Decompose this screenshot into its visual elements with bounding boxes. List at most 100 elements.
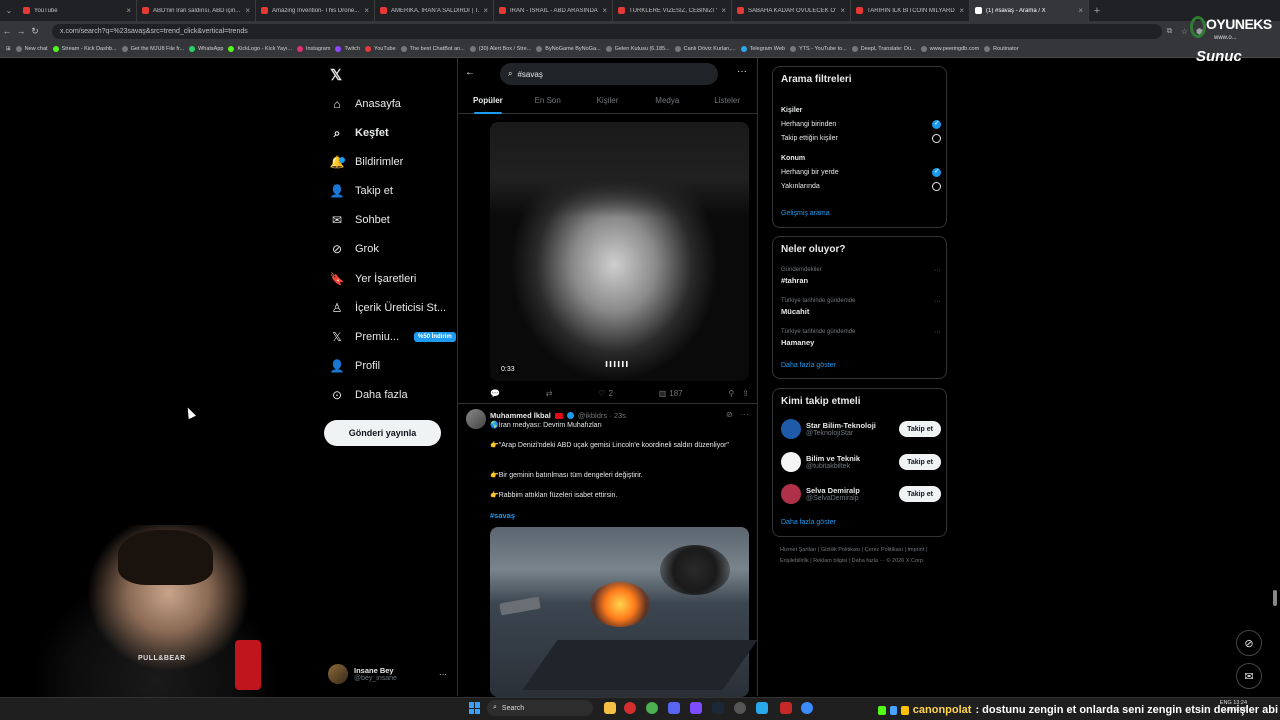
bookmark-item[interactable]: New chat <box>15 46 48 52</box>
follow-suggestion[interactable]: Selva Demiralp @SelvaDemiralp Takip et <box>781 484 941 504</box>
post-button[interactable]: Gönderi yayınla <box>324 420 441 446</box>
browser-tab[interactable]: TARİHİN İLK BİTCOİN MİLYARDE... × <box>851 0 970 21</box>
url-field[interactable]: x.com/search?q=%23savaş&src=trend_click&… <box>52 23 1162 39</box>
bookmark-item[interactable]: YouTube <box>365 46 396 52</box>
show-more-link[interactable]: Daha fazla göster <box>781 519 836 526</box>
bookmark-item[interactable]: YTS - YouTube to... <box>789 46 847 52</box>
like-button[interactable]: ♡ 2 <box>598 389 613 398</box>
opera-icon[interactable] <box>624 702 636 714</box>
browser-tab[interactable]: TÜRKLERE VİZESİZ, CEBİNİZİ YE...× <box>613 0 732 21</box>
apps-icon[interactable]: ⊞ <box>6 46 11 52</box>
trend-item[interactable]: Türkiye tarihinde gündemde Mücahit ··· <box>781 298 941 316</box>
account-switcher[interactable]: Insane Bey @bey_insane ··· <box>328 661 450 687</box>
windows-start-icon[interactable] <box>469 702 481 714</box>
share-icon[interactable]: ⇪ <box>742 389 749 398</box>
more-icon[interactable]: ··· <box>934 267 941 274</box>
filter-option-anywhere[interactable]: Herhangi bir yerde <box>781 167 941 177</box>
file-explorer-icon[interactable] <box>604 702 616 714</box>
browser-tab[interactable]: AMERİKA, İRAN'A SALDIRDI | T... × <box>375 0 494 21</box>
sidebar-item-7[interactable]: ♙ İçerik Üreticisi St... <box>330 297 446 319</box>
app-icon[interactable] <box>690 702 702 714</box>
tweet-author-handle[interactable]: @ikbldrs <box>578 411 607 420</box>
reload-icon[interactable]: ↻ <box>28 26 42 37</box>
bookmark-item[interactable]: WhatsApp <box>189 46 223 52</box>
trend-item[interactable]: Türkiye tarihinde gündemde Hamaney ··· <box>781 329 941 347</box>
tab-media[interactable]: Medya <box>637 90 697 113</box>
discord-icon[interactable] <box>668 702 680 714</box>
close-tab-icon[interactable]: × <box>1078 6 1083 15</box>
filter-option-nearby[interactable]: Yakınlarında <box>781 182 941 191</box>
chrome-icon[interactable] <box>646 702 658 714</box>
steam-icon[interactable] <box>712 702 724 714</box>
bookmark-item[interactable]: (30) Alert Box / Stre... <box>469 46 531 52</box>
app-icon[interactable] <box>801 702 813 714</box>
browser-tab-active[interactable]: (1) #savaş - Arama / X × <box>970 0 1089 21</box>
app-icon[interactable] <box>780 702 792 714</box>
telegram-icon[interactable] <box>756 702 768 714</box>
bookmark-item[interactable]: Telegram Web <box>740 46 785 52</box>
taskbar-search[interactable]: ⌕ Search <box>487 700 593 716</box>
close-tab-icon[interactable]: × <box>364 6 369 15</box>
follow-suggestion[interactable]: Bilim ve Teknik @tubitakbiltek Takip et <box>781 452 941 472</box>
bookmark-item[interactable]: Stream - Kick Dashb... <box>52 46 117 52</box>
tweet-author-name[interactable]: Muhammed İkbal <box>490 411 551 420</box>
bookmark-item[interactable]: www.peeringdb.com <box>920 46 979 52</box>
sidebar-item-5[interactable]: ⊘ Grok <box>330 238 379 260</box>
obs-icon[interactable] <box>734 702 746 714</box>
back-icon[interactable]: ← <box>0 26 14 36</box>
sidebar-item-1[interactable]: ⌕ Keşfet <box>330 122 389 144</box>
scrollbar[interactable] <box>1273 590 1277 606</box>
radio-selected-icon[interactable] <box>932 119 941 129</box>
back-arrow-icon[interactable]: ← <box>465 67 475 78</box>
sidebar-item-8[interactable]: 𝕏 Premiu... %50 İndirim <box>330 326 456 348</box>
radio-icon[interactable] <box>932 182 941 191</box>
filter-option-following[interactable]: Takip ettiğin kişiler <box>781 134 941 143</box>
follow-suggestion[interactable]: Star Bilim-Teknoloji @TeknolojiStar Takip… <box>781 419 941 439</box>
close-tab-icon[interactable]: × <box>483 6 488 15</box>
radio-selected-icon[interactable] <box>932 167 941 177</box>
browser-tab[interactable]: İRAN - İSRAİL - ABD ARASINDA... × <box>494 0 613 21</box>
close-tab-icon[interactable]: × <box>245 6 250 15</box>
avatar[interactable] <box>466 409 486 429</box>
bookmark-item[interactable]: Twitch <box>335 46 360 52</box>
bookmark-item[interactable]: DeepL Translate: Dü... <box>851 46 916 52</box>
more-icon[interactable]: ··· <box>741 410 749 419</box>
bookmark-item[interactable]: Canlı Döviz Kurları,... <box>674 46 736 52</box>
views-button[interactable]: ▥ 187 <box>659 389 683 398</box>
tab-popular[interactable]: Popüler <box>458 90 518 114</box>
tab-search-icon[interactable]: ⌄ <box>0 0 18 21</box>
bookmark-item[interactable]: KickLogo - Kick Yayı... <box>228 46 292 52</box>
hashtag-link[interactable]: #savaş <box>490 511 515 520</box>
sidebar-item-4[interactable]: ✉ Sohbet <box>330 209 390 231</box>
search-more-icon[interactable]: ··· <box>737 66 747 77</box>
bookmark-item[interactable]: The best ChatBot an... <box>400 46 465 52</box>
filter-option-anyone[interactable]: Herhangi birinden <box>781 119 941 129</box>
close-tab-icon[interactable]: × <box>840 6 845 15</box>
sidebar-item-3[interactable]: 👤 Takip et <box>330 180 393 202</box>
forward-icon[interactable]: → <box>14 26 28 36</box>
browser-tab[interactable]: Amazing Invention- This Drone... × <box>256 0 375 21</box>
sidebar-item-9[interactable]: 👤 Profil <box>330 355 381 377</box>
browser-tab[interactable]: YouTube × <box>18 0 137 21</box>
bookmark-item[interactable]: Get the MJU8 File fr... <box>121 46 184 52</box>
bookmark-item[interactable]: Routinator <box>984 46 1019 52</box>
tweet-time[interactable]: 23s <box>614 411 626 420</box>
trend-item[interactable]: Gündemdekiler #tahran ··· <box>781 267 941 285</box>
show-more-link[interactable]: Daha fazla göster <box>781 362 836 369</box>
tab-latest[interactable]: En Son <box>518 90 578 113</box>
bookmark-item[interactable]: Gelen Kutusu (6.185... <box>605 46 670 52</box>
close-tab-icon[interactable]: × <box>602 6 607 15</box>
sidebar-item-2[interactable]: 🔔 Bildirimler <box>330 151 404 173</box>
follow-button[interactable]: Takip et <box>899 486 941 502</box>
sidebar-item-10[interactable]: ⊙ Daha fazla <box>330 384 408 406</box>
close-tab-icon[interactable]: × <box>126 6 131 15</box>
bookmark-item[interactable]: Instagram <box>296 46 330 52</box>
sidebar-item-6[interactable]: 🔖 Yer İşaretleri <box>330 268 417 290</box>
tab-lists[interactable]: Listeler <box>697 90 757 113</box>
more-icon[interactable]: ··· <box>934 329 941 336</box>
grok-float-button[interactable]: ⊘ <box>1236 630 1262 656</box>
browser-tab[interactable]: ABD'nin İran saldırısı, ABD için... × <box>137 0 256 21</box>
messages-float-button[interactable]: ✉ <box>1236 663 1262 689</box>
new-tab-icon[interactable]: + <box>1089 0 1105 21</box>
bookmark-icon[interactable]: ⚲ <box>728 389 734 398</box>
